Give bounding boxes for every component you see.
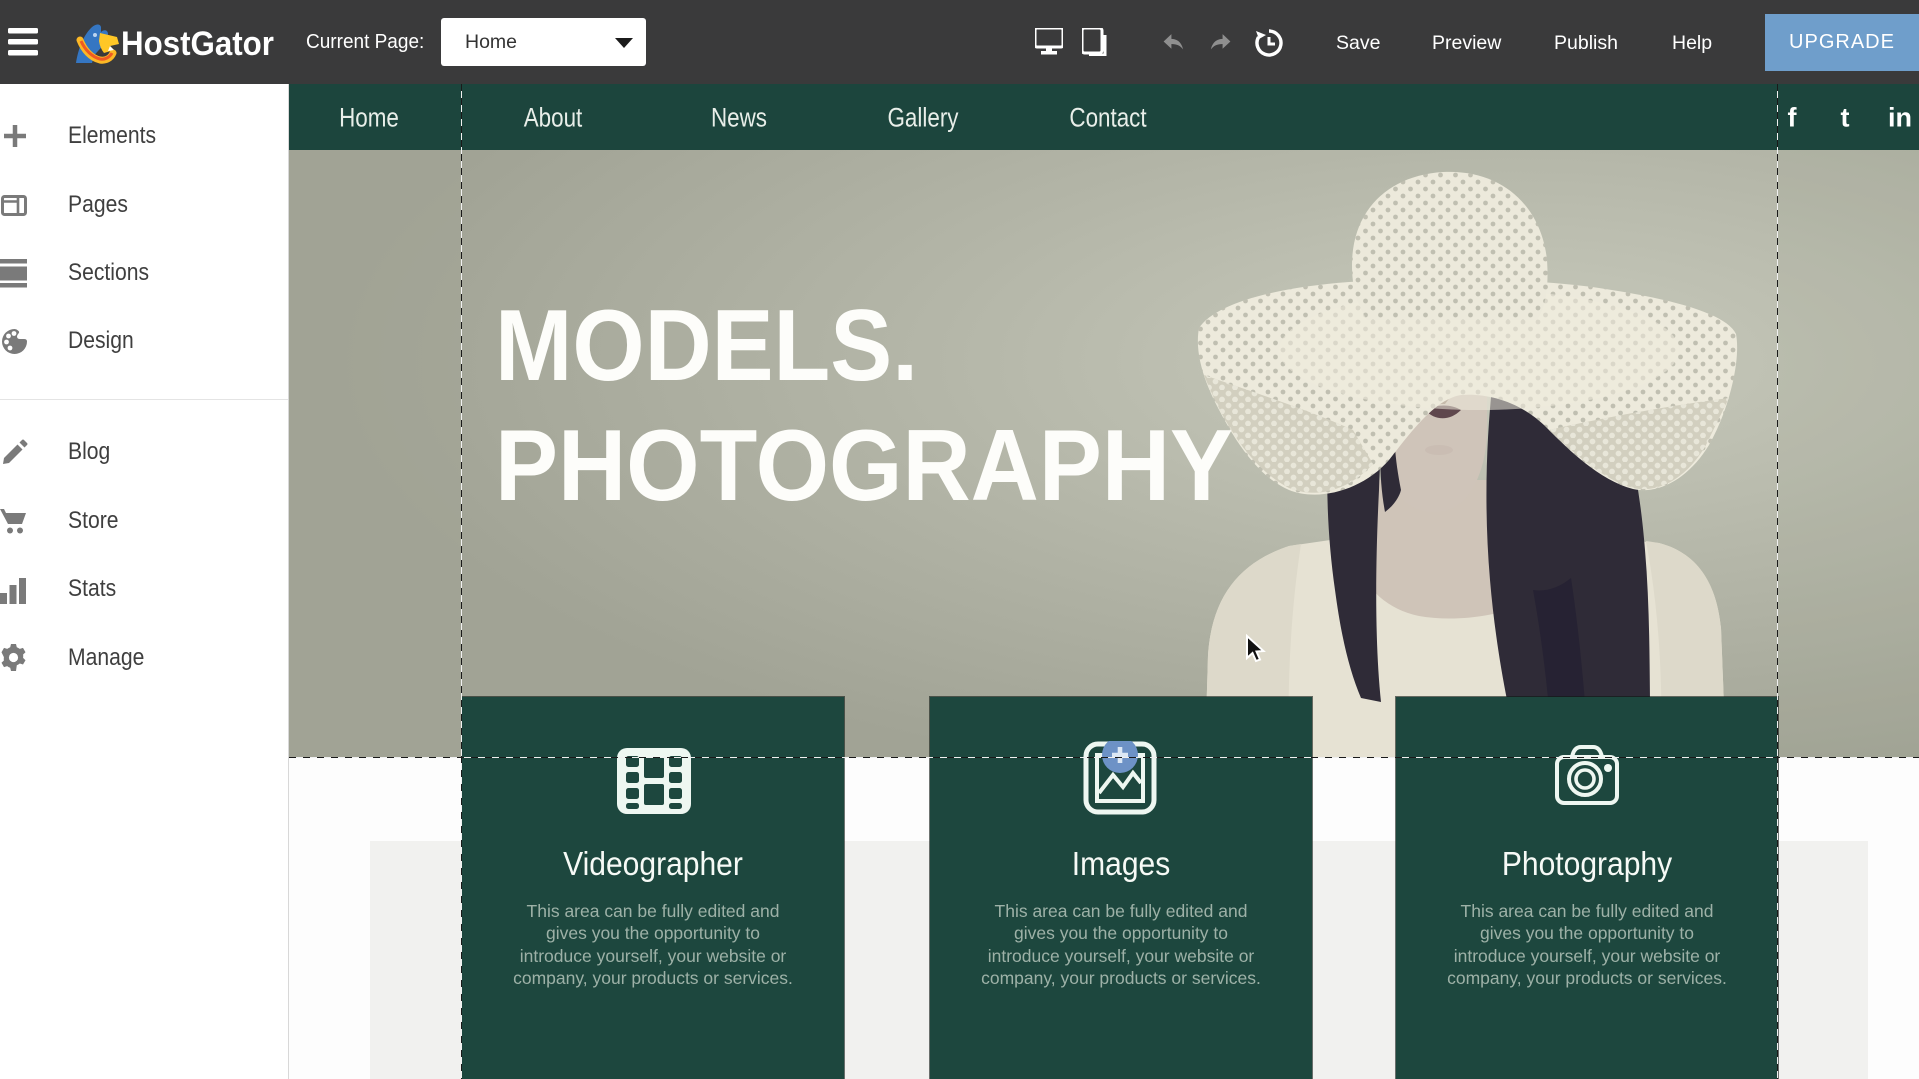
svg-text:PHOTOGRAPHY: PHOTOGRAPHY [495, 410, 1233, 522]
svg-text:MODELS.: MODELS. [495, 290, 918, 402]
